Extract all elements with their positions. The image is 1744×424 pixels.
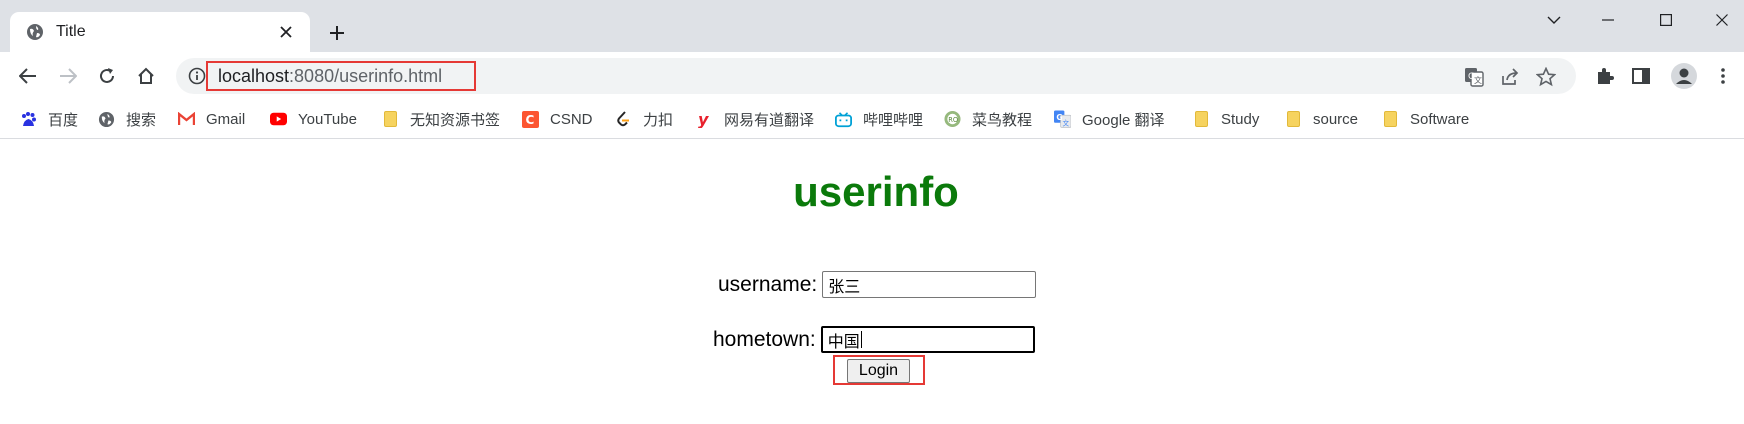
bookmark-label: 网易有道翻译 <box>724 111 815 129</box>
bookmark-label: CSND <box>550 110 593 128</box>
text-cursor <box>860 331 862 348</box>
bookmark-label: source <box>1313 110 1359 128</box>
username-row: username: 张三 <box>718 271 1037 298</box>
baidu-icon <box>20 111 37 128</box>
bookmark-label: 百度 <box>48 111 79 129</box>
login-highlight-box: Login <box>833 355 925 385</box>
forward-arrow-icon[interactable] <box>54 62 82 90</box>
bookmark-folder-software[interactable]: Software <box>1382 108 1469 130</box>
side-panel-icon[interactable] <box>1627 62 1655 90</box>
folder-icon <box>1193 111 1210 128</box>
url-path: :8080/userinfo.html <box>289 65 443 86</box>
window-close-icon[interactable] <box>1702 6 1742 34</box>
maximize-icon[interactable] <box>1646 6 1686 34</box>
bookmark-label: Gmail <box>206 110 246 128</box>
browser-toolbar: localhost:8080/userinfo.html G文 <box>0 52 1744 100</box>
svg-text:C: C <box>526 113 535 127</box>
bookmark-folder-study[interactable]: Study <box>1193 108 1259 130</box>
folder-icon <box>1285 111 1302 128</box>
folder-icon <box>1382 111 1399 128</box>
menu-kebab-icon[interactable] <box>1709 62 1737 90</box>
username-label: username: <box>718 272 818 296</box>
globe-icon <box>26 23 44 41</box>
bookmark-leetcode[interactable]: 力扣 <box>615 108 673 130</box>
bookmark-youtube[interactable]: YouTube <box>270 108 357 130</box>
back-arrow-icon[interactable] <box>14 62 42 90</box>
profile-avatar-icon[interactable] <box>1670 62 1698 90</box>
reload-icon[interactable] <box>93 62 121 90</box>
svg-text:文: 文 <box>1474 75 1482 85</box>
tab-strip: Title <box>0 0 1744 52</box>
csdn-icon: C <box>522 110 539 128</box>
bookmark-folder-resources[interactable]: 无知资源书签 <box>382 108 500 130</box>
home-icon[interactable] <box>132 62 160 90</box>
bilibili-icon <box>835 111 852 128</box>
bookmark-csnd[interactable]: C CSND <box>522 108 593 130</box>
translate-icon[interactable]: G文 <box>1462 65 1486 89</box>
bookmark-bilibili[interactable]: 哔哩哔哩 <box>835 108 923 130</box>
bookmarks-bar: 百度 搜索 Gmail YouTube 无知资源书签 C CSND 力扣 y 网… <box>0 100 1744 139</box>
tab-search-icon[interactable] <box>1534 6 1574 34</box>
login-button[interactable]: Login <box>847 359 910 383</box>
star-icon[interactable] <box>1534 65 1558 89</box>
bookmark-baidu[interactable]: 百度 <box>20 108 78 130</box>
bookmark-label: 菜鸟教程 <box>972 111 1033 129</box>
address-bar[interactable]: localhost:8080/userinfo.html G文 <box>176 58 1576 94</box>
bookmark-label: Software <box>1410 110 1470 128</box>
tab-title: Title <box>56 23 86 40</box>
page-heading: userinfo <box>793 168 959 215</box>
bookmark-search[interactable]: 搜索 <box>98 108 156 130</box>
globe-icon <box>98 111 115 128</box>
svg-text:RO: RO <box>948 116 958 124</box>
hometown-label: hometown: <box>713 327 816 351</box>
youdao-icon: y <box>696 111 713 128</box>
minimize-icon[interactable] <box>1588 6 1628 34</box>
bookmark-label: 力扣 <box>643 111 674 129</box>
site-info-icon[interactable] <box>188 67 206 85</box>
url-host: localhost <box>218 65 290 86</box>
bookmark-youdao[interactable]: y 网易有道翻译 <box>696 108 814 130</box>
active-tab[interactable]: Title <box>10 12 310 52</box>
bookmark-label: 搜索 <box>126 111 157 129</box>
bookmark-label: YouTube <box>298 110 357 128</box>
google-translate-icon: G文 <box>1054 110 1071 128</box>
runoob-icon: RO <box>944 110 961 128</box>
new-tab-button[interactable] <box>324 20 350 46</box>
youtube-icon <box>270 111 287 128</box>
bookmark-folder-source[interactable]: source <box>1285 108 1358 130</box>
svg-text:y: y <box>698 111 709 128</box>
svg-text:文: 文 <box>1063 119 1070 128</box>
hometown-input[interactable]: 中国 <box>820 326 1035 353</box>
bookmark-label: 哔哩哔哩 <box>863 111 924 129</box>
gmail-icon <box>178 111 195 128</box>
leetcode-icon <box>615 110 632 128</box>
hometown-value: 中国 <box>827 331 860 351</box>
bookmark-label: Google 翻译 <box>1082 111 1165 129</box>
bookmark-runoob[interactable]: RO 菜鸟教程 <box>944 108 1032 130</box>
bookmark-gmail[interactable]: Gmail <box>178 108 245 130</box>
bookmark-label: Study <box>1221 110 1260 128</box>
folder-icon <box>382 111 399 128</box>
hometown-row: hometown: 中国 <box>713 326 1035 353</box>
close-icon[interactable] <box>276 22 296 42</box>
bookmark-google-translate[interactable]: G文 Google 翻译 <box>1054 108 1165 130</box>
bookmark-label: 无知资源书签 <box>410 111 501 129</box>
username-input[interactable]: 张三 <box>822 271 1037 298</box>
extensions-icon[interactable] <box>1591 62 1619 90</box>
url-highlight-box[interactable]: localhost:8080/userinfo.html <box>206 61 476 91</box>
share-icon[interactable] <box>1498 65 1522 89</box>
